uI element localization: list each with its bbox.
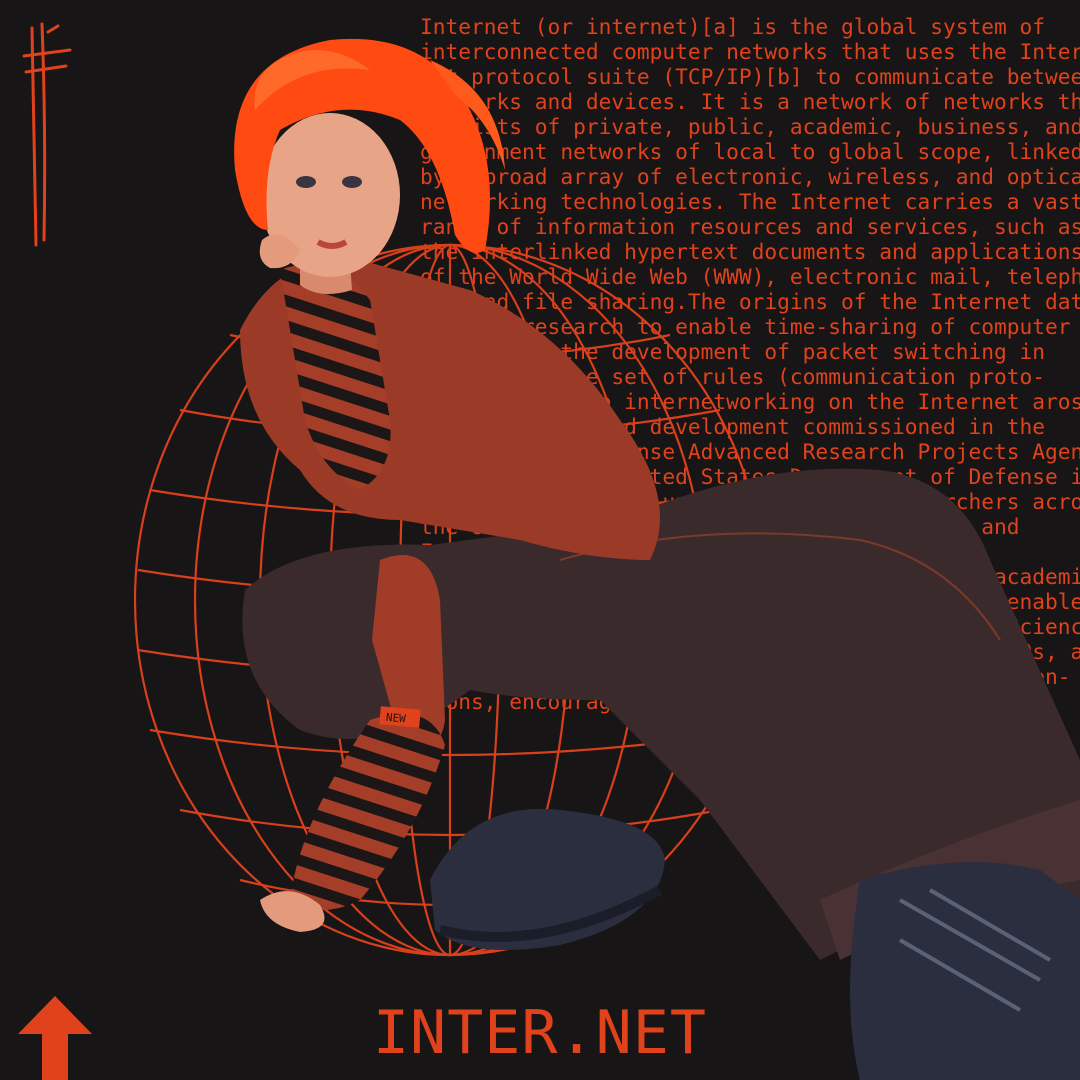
forearm-stripes <box>290 713 445 910</box>
poster-title: INTER.NET <box>372 998 708 1068</box>
sleeve-label: NEW <box>385 711 406 726</box>
scribble-mark-icon <box>22 22 72 247</box>
figure-illustration: NEW <box>234 38 1080 1080</box>
poster: Internet (or internet)[a] is the global … <box>0 0 1080 1080</box>
